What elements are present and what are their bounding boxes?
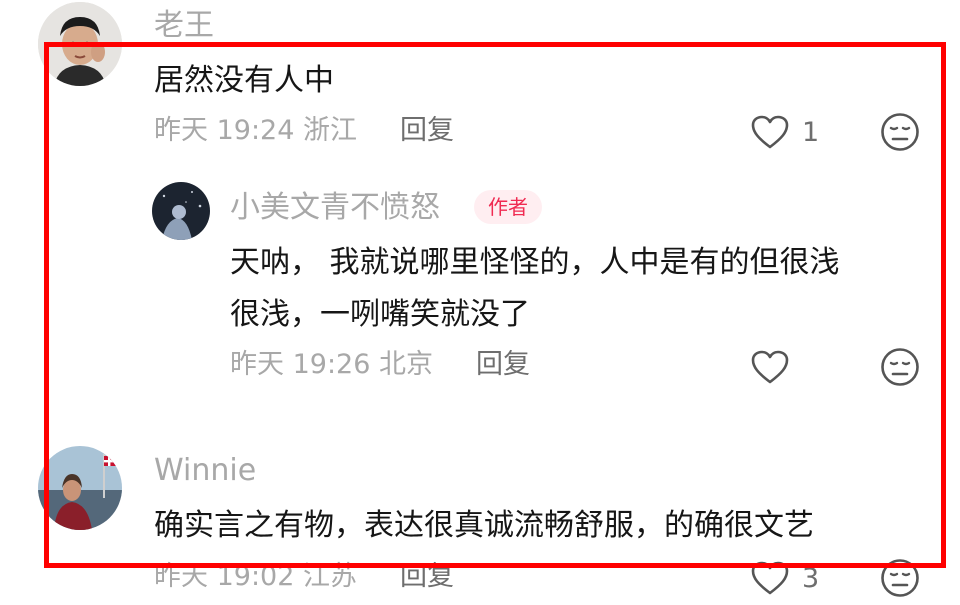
avatar-xiaomei[interactable] [152,182,210,240]
comment-text-laowang: 居然没有人中 [154,63,334,98]
avatar-winnie[interactable] [38,446,122,530]
dislike-button-xiaomei[interactable] [880,347,920,387]
like-count: 1 [802,116,820,148]
meh-face-icon [880,112,920,152]
comment-time: 昨天 19:24 [154,115,295,146]
like-button-laowang[interactable]: 1 [750,112,819,152]
meh-face-icon [880,558,920,598]
comment-time: 昨天 19:02 [154,561,295,592]
like-button-xiaomei[interactable] [750,347,790,387]
heart-outline-icon [750,114,790,150]
reply-button-xiaomei[interactable]: 回复 [476,348,530,382]
like-count: 3 [802,562,820,594]
avatar-laowang[interactable] [38,2,122,86]
meh-face-icon [880,347,920,387]
comment-time: 昨天 19:26 [230,349,371,380]
reply-button-winnie[interactable]: 回复 [400,560,454,594]
comment-time-winnie: 昨天 19:02 江苏 [154,560,357,594]
heart-outline-icon [750,560,790,596]
reply-time-xiaomei: 昨天 19:26 北京 [230,348,433,382]
username-winnie[interactable]: Winnie [154,453,256,489]
heart-outline-icon [750,349,790,385]
comment-location: 北京 [379,349,433,380]
comment-time-laowang: 昨天 19:24 浙江 [154,114,357,148]
like-button-winnie[interactable]: 3 [750,558,819,598]
username-laowang[interactable]: 老王 [154,8,214,44]
reply-text-line1: 天呐， 我就说哪里怪怪的，人中是有的但很浅 [230,245,840,280]
dislike-button-winnie[interactable] [880,558,920,598]
comment-location: 江苏 [303,561,357,592]
comment-location: 浙江 [303,115,357,146]
comment-text-winnie: 确实言之有物，表达很真诚流畅舒服，的确很文艺 [154,508,814,543]
username-xiaomei[interactable]: 小美文青不愤怒 [230,190,440,226]
reply-text-line2: 很浅，一咧嘴笑就没了 [230,297,530,332]
reply-button-laowang[interactable]: 回复 [400,114,454,148]
author-badge: 作者 [474,190,542,224]
dislike-button-laowang[interactable] [880,112,920,152]
